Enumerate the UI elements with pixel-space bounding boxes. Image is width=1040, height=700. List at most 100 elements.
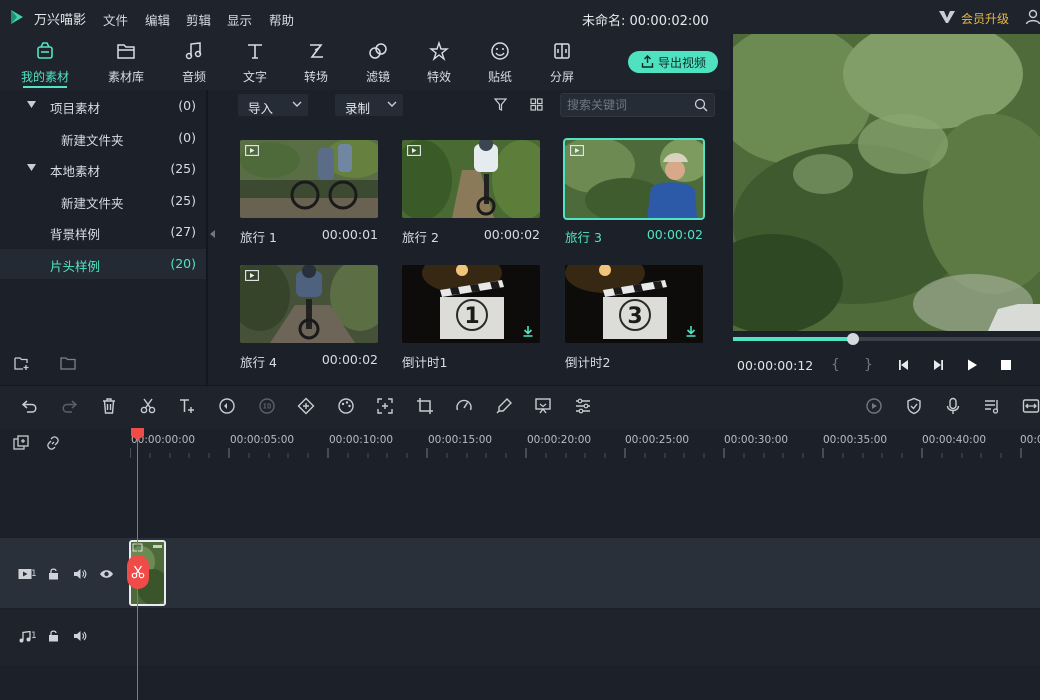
sidebar-divider[interactable] <box>206 90 208 385</box>
render-preview-icon[interactable] <box>865 397 883 415</box>
expand-triangle-icon[interactable] <box>27 164 36 172</box>
timeline-empty-bottom[interactable] <box>0 665 1040 700</box>
vip-v-icon[interactable] <box>938 10 956 24</box>
mark-in-button[interactable]: { <box>831 357 840 373</box>
media-item-travel-1[interactable]: 旅行 1 00:00:01 <box>240 140 378 250</box>
export-video-button[interactable]: 导出视频 <box>628 51 718 73</box>
media-item-travel-3[interactable]: 旅行 3 00:00:02 <box>563 138 705 250</box>
adjust-sliders-icon[interactable] <box>574 397 592 415</box>
download-arrow-icon[interactable] <box>685 325 697 337</box>
folder-count: (0) <box>178 98 196 113</box>
menu-file[interactable]: 文件 <box>103 10 128 29</box>
redo-icon[interactable] <box>60 397 78 415</box>
microphone-icon[interactable] <box>944 397 962 415</box>
folder-intro-samples[interactable]: 片头样例 (20) <box>0 249 206 279</box>
tab-filter[interactable]: 滤镜 <box>348 34 408 90</box>
empty-track-area[interactable] <box>0 459 1040 537</box>
speed-ramp-icon[interactable] <box>218 397 236 415</box>
volume-icon[interactable] <box>73 630 87 642</box>
crop-icon[interactable] <box>416 397 434 415</box>
color-picker-icon[interactable] <box>495 397 513 415</box>
menu-edit[interactable]: 编辑 <box>145 10 170 29</box>
add-folder-icon[interactable] <box>14 356 30 370</box>
folder-local-media[interactable]: 本地素材 (25) <box>0 154 206 184</box>
play-icon[interactable] <box>965 358 979 372</box>
timeline-ruler-ticks <box>130 448 1022 458</box>
menu-help[interactable]: 帮助 <box>269 10 294 29</box>
video-track-header: 1 <box>0 538 128 608</box>
folder-new-folder-1[interactable]: 新建文件夹 (0) <box>0 123 206 153</box>
search-input[interactable] <box>567 97 687 113</box>
split-at-playhead-button[interactable] <box>127 555 149 589</box>
ruler-time-label: 00:00:20:00 <box>527 434 592 446</box>
filter-funnel-icon[interactable] <box>494 98 507 111</box>
green-screen-icon[interactable] <box>534 397 552 415</box>
tab-sticker[interactable]: 贴纸 <box>470 34 530 90</box>
audio-mixer-icon[interactable] <box>983 397 1001 415</box>
speed-gauge-icon[interactable] <box>455 397 473 415</box>
folder-new-folder-2[interactable]: 新建文件夹 (25) <box>0 186 206 216</box>
tab-effects[interactable]: 特效 <box>409 34 469 90</box>
fit-timeline-icon[interactable] <box>1022 397 1040 415</box>
user-icon[interactable] <box>1025 9 1040 25</box>
fit-frame-icon[interactable] <box>376 397 394 415</box>
media-thumbnail <box>240 140 378 218</box>
search-icon[interactable] <box>694 98 708 112</box>
tab-text[interactable]: 文字 <box>225 34 285 90</box>
video-type-icon <box>570 145 584 156</box>
delete-icon[interactable] <box>100 397 118 415</box>
tab-my-media[interactable]: 我的素材 <box>15 34 75 90</box>
media-name: 倒计时2 <box>565 355 611 370</box>
shield-marker-icon[interactable] <box>905 397 923 415</box>
media-item-travel-2[interactable]: 旅行 2 00:00:02 <box>402 140 540 250</box>
undo-icon[interactable] <box>21 397 39 415</box>
vip-upgrade-link[interactable]: 会员升级 <box>961 10 1009 27</box>
link-icon[interactable] <box>45 435 61 451</box>
tab-audio[interactable]: 音频 <box>164 34 224 90</box>
folder-background-samples[interactable]: 背景样例 (27) <box>0 217 206 247</box>
folder-project-media[interactable]: 项目素材 (0) <box>0 91 206 121</box>
lock-icon[interactable] <box>48 630 59 642</box>
app-logo-icon <box>11 10 23 24</box>
grid-view-icon[interactable] <box>530 98 543 111</box>
audio-track-1[interactable]: 1 <box>0 609 1040 665</box>
import-label: 导入 <box>248 101 274 116</box>
media-scrollbar[interactable] <box>716 90 720 385</box>
mark-out-button[interactable]: } <box>864 357 873 373</box>
tab-label: 素材库 <box>107 70 144 84</box>
folder-icon[interactable] <box>60 356 76 370</box>
expand-triangle-icon[interactable] <box>27 101 36 109</box>
download-arrow-icon[interactable] <box>522 325 534 337</box>
folder-name: 新建文件夹 <box>61 133 124 148</box>
tab-stock-media[interactable]: 素材库 <box>96 34 156 90</box>
collapse-sidebar-arrow-icon[interactable] <box>210 230 216 238</box>
folder-count: (20) <box>170 256 196 271</box>
eye-visibility-icon[interactable] <box>99 569 114 579</box>
media-item-countdown-1[interactable]: 1 倒计时1 <box>402 265 540 375</box>
next-frame-icon[interactable] <box>931 358 945 372</box>
menu-view[interactable]: 显示 <box>227 10 252 29</box>
tab-label: 我的素材 <box>20 70 69 84</box>
lock-icon[interactable] <box>48 568 59 580</box>
playhead-handle[interactable] <box>131 428 144 440</box>
previous-frame-icon[interactable] <box>897 358 911 372</box>
add-text-icon[interactable] <box>178 397 196 415</box>
record-dropdown[interactable]: 录制 <box>335 94 403 116</box>
tab-label: 转场 <box>303 70 328 84</box>
tab-transition[interactable]: 转场 <box>286 34 346 90</box>
menu-clip[interactable]: 剪辑 <box>186 10 211 29</box>
add-track-icon[interactable] <box>13 435 29 451</box>
color-palette-icon[interactable] <box>337 397 355 415</box>
video-preview[interactable] <box>733 34 1040 331</box>
cut-scissors-icon[interactable] <box>139 397 157 415</box>
tab-split-screen[interactable]: 分屏 <box>532 34 592 90</box>
3d-icon[interactable] <box>258 397 276 415</box>
media-item-travel-4[interactable]: 旅行 4 00:00:02 <box>240 265 378 375</box>
tab-label: 贴纸 <box>487 70 512 84</box>
stop-icon[interactable] <box>999 358 1013 372</box>
media-item-countdown-2[interactable]: 3 倒计时2 <box>565 265 703 375</box>
import-dropdown[interactable]: 导入 <box>238 94 308 116</box>
volume-icon[interactable] <box>73 568 87 580</box>
keyframe-icon[interactable] <box>297 397 315 415</box>
preview-scrubber-handle[interactable] <box>846 333 859 345</box>
